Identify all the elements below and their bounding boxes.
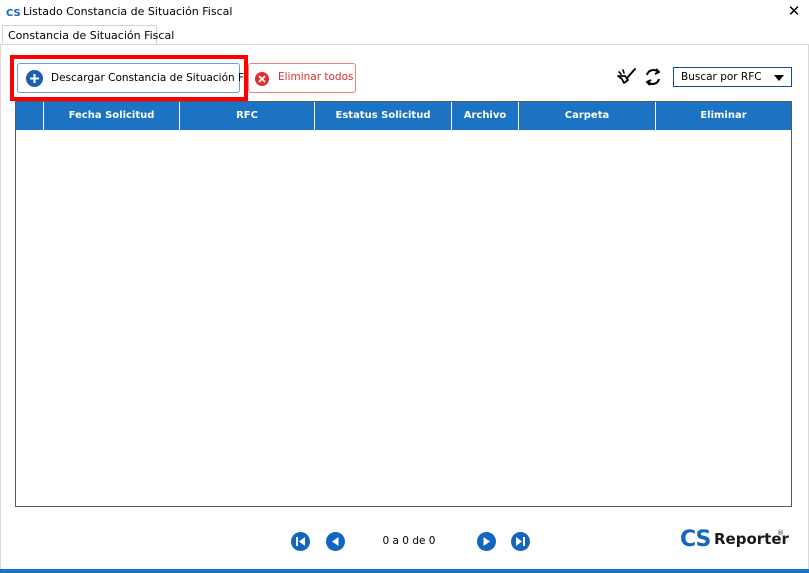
- refresh-icon[interactable]: [643, 67, 663, 87]
- highlight-frame: [10, 55, 248, 101]
- pager-range-text: 0 a 0 de 0: [382, 535, 436, 547]
- x-circle-icon: [255, 72, 269, 86]
- table-header: Fecha Solicitud RFC Estatus Solicitud Ar…: [16, 102, 791, 130]
- search-select-value: Buscar por RFC: [681, 71, 762, 83]
- logo-registered-mark: ®: [777, 529, 784, 537]
- column-header-carpeta[interactable]: Carpeta: [519, 102, 656, 130]
- column-header-estatus-solicitud[interactable]: Estatus Solicitud: [315, 102, 452, 130]
- chevron-down-icon: [774, 75, 784, 81]
- tab-constancia[interactable]: Constancia de Situación Fiscal: [2, 25, 174, 45]
- app-logo-icon: CS: [6, 8, 20, 17]
- column-header-select[interactable]: [16, 102, 44, 130]
- column-header-eliminar[interactable]: Eliminar: [656, 102, 791, 130]
- svg-text:CS: CS: [6, 8, 20, 17]
- window-title: Listado Constancia de Situación Fiscal: [23, 5, 233, 18]
- bottom-accent-bar: [0, 569, 809, 573]
- panel-left-border: [0, 44, 1, 570]
- broom-icon[interactable]: [616, 66, 638, 88]
- tab-divider: [0, 44, 809, 45]
- close-window-button[interactable]: ✕: [785, 2, 803, 20]
- tab-label: Constancia de Situación Fiscal: [8, 29, 175, 42]
- column-header-archivo[interactable]: Archivo: [452, 102, 519, 130]
- search-by-select[interactable]: Buscar por RFC: [673, 67, 792, 87]
- next-page-icon[interactable]: [477, 532, 496, 551]
- previous-page-icon[interactable]: [326, 532, 345, 551]
- column-header-rfc[interactable]: RFC: [180, 102, 315, 130]
- title-bar: CS Listado Constancia de Situación Fisca…: [0, 0, 809, 24]
- column-header-fecha-solicitud[interactable]: Fecha Solicitud: [44, 102, 180, 130]
- delete-all-label: Eliminar todos: [278, 71, 354, 83]
- logo-cs: CS: [680, 527, 711, 552]
- cs-reporter-logo: CS Reporter ®: [679, 527, 789, 553]
- delete-all-button[interactable]: Eliminar todos: [248, 63, 356, 93]
- results-table: Fecha Solicitud RFC Estatus Solicitud Ar…: [15, 101, 792, 507]
- first-page-icon[interactable]: [291, 532, 310, 551]
- last-page-icon[interactable]: [511, 532, 530, 551]
